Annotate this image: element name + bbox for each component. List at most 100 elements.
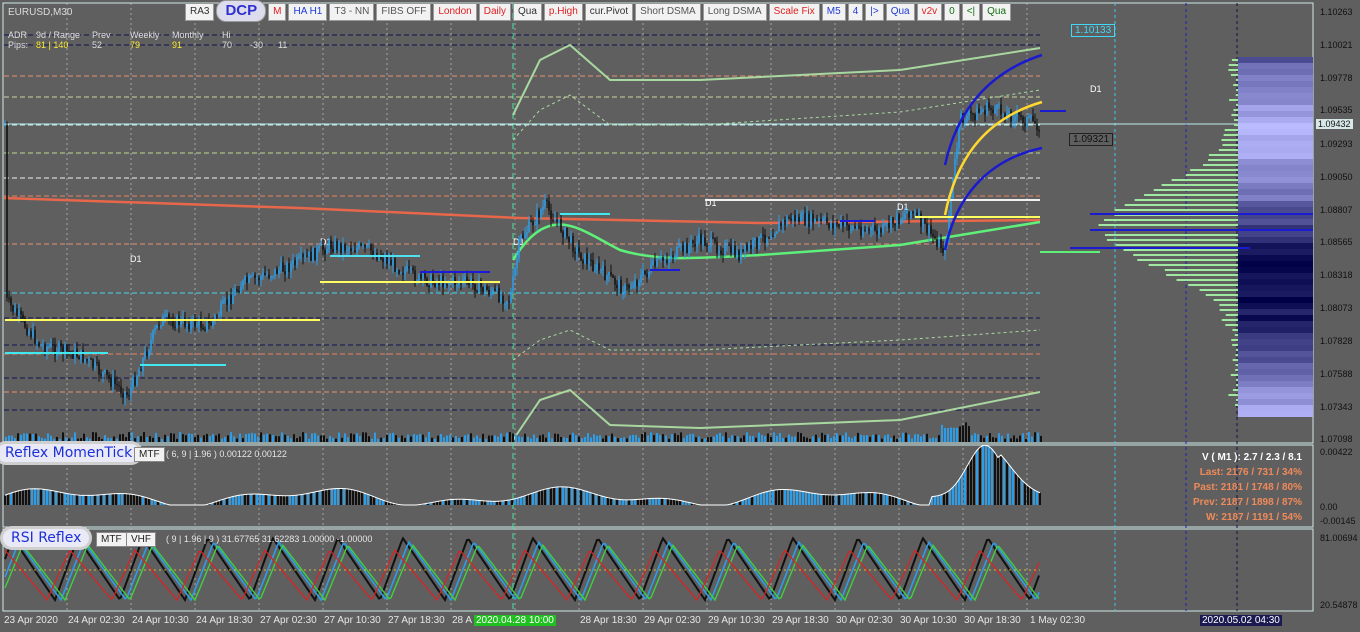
toolbar-button-long-dsma-12[interactable]: Long DSMA bbox=[702, 3, 767, 21]
candle-body-49 bbox=[102, 372, 104, 376]
toolbar-button-qua-17[interactable]: Qua bbox=[885, 3, 915, 21]
price-tick-8: 1.08565 bbox=[1320, 237, 1353, 247]
volume-bar-881 bbox=[881, 438, 883, 442]
momentum-axis-zero: 0.00 bbox=[1320, 502, 1338, 512]
candle-body-410 bbox=[824, 217, 826, 219]
volume-bar-800 bbox=[800, 433, 802, 442]
volume-bar-653 bbox=[653, 435, 655, 442]
candle-body-350 bbox=[704, 237, 706, 246]
candle-body-449 bbox=[902, 217, 904, 219]
candle-body-19 bbox=[42, 344, 44, 346]
candle-body-425 bbox=[854, 226, 856, 228]
candle-body-80 bbox=[164, 315, 166, 317]
rsi-axis-bottom: 20.54878 bbox=[1320, 600, 1358, 610]
toolbar-button-m-2[interactable]: M bbox=[268, 3, 287, 21]
toolbar-button-m5-14[interactable]: M5 bbox=[821, 3, 846, 21]
candle-body-143 bbox=[290, 264, 292, 272]
candle-body-154 bbox=[312, 247, 314, 261]
candle-body-112 bbox=[228, 295, 230, 305]
toolbar-button-dcp-1[interactable]: DCP bbox=[216, 0, 267, 22]
volume-bar-926 bbox=[926, 433, 928, 442]
toolbar-button-qua-8[interactable]: Qua bbox=[512, 3, 542, 21]
volume-bar-392 bbox=[392, 432, 394, 442]
candle-body-175 bbox=[354, 250, 356, 253]
volume-profile-band-49 bbox=[1238, 351, 1313, 357]
toolbar-button-0-19[interactable]: 0 bbox=[944, 3, 960, 21]
toolbar-button-4-15[interactable]: 4 bbox=[847, 3, 864, 21]
volume-bar-767 bbox=[767, 433, 769, 442]
price-tick-10: 1.08073 bbox=[1320, 303, 1353, 313]
volume-bar-218 bbox=[218, 433, 220, 442]
volume-bar-905 bbox=[905, 432, 907, 442]
candle-body-487 bbox=[978, 108, 980, 113]
candle-body-130 bbox=[264, 272, 266, 275]
rsi-indicator-title[interactable]: RSI Reflex bbox=[0, 526, 93, 550]
toolbar-button-v2v-18[interactable]: v2v bbox=[916, 3, 943, 21]
candle-body-404 bbox=[812, 213, 814, 224]
candle-body-145 bbox=[294, 260, 296, 266]
toolbar-button-daily-7[interactable]: Daily bbox=[478, 3, 511, 21]
toolbar-button-cur-pivot-10[interactable]: cur.Pivot bbox=[584, 3, 634, 21]
candle-body-150 bbox=[304, 255, 306, 257]
toolbar-button-t3-nn-4[interactable]: T3 - NN bbox=[329, 3, 375, 21]
candle-body-58 bbox=[120, 386, 122, 394]
toolbar-button-london-6[interactable]: London bbox=[433, 3, 477, 21]
candle-body-407 bbox=[818, 218, 820, 221]
stats-v: V ( M1 ): 2.7 / 2.3 / 8.1 bbox=[1201, 452, 1302, 463]
volume-bar-851 bbox=[851, 438, 853, 442]
volume-profile-band-5 bbox=[1238, 87, 1313, 93]
momentum-mtf-button[interactable]: MTF bbox=[134, 447, 165, 462]
volume-profile-band-52 bbox=[1238, 369, 1313, 375]
volume-bar-164 bbox=[164, 434, 166, 442]
time-tick-11: 29 Apr 10:30 bbox=[708, 615, 765, 626]
candle-body-157 bbox=[318, 245, 320, 249]
volume-profile-band-6 bbox=[1238, 93, 1313, 99]
volume-bar-806 bbox=[806, 437, 808, 442]
candle-body-394 bbox=[792, 215, 794, 221]
toolbar-button-ha-h1-3[interactable]: HA H1 bbox=[288, 3, 328, 21]
rsi-vhf-button[interactable]: VHF bbox=[126, 532, 156, 547]
candle-body-413 bbox=[830, 222, 832, 228]
volume-bar-434 bbox=[434, 438, 436, 442]
time-tick-6: 27 Apr 18:30 bbox=[388, 615, 445, 626]
volume-bar-203 bbox=[203, 435, 205, 442]
volume-bar-821 bbox=[821, 432, 823, 442]
candle-body-370 bbox=[744, 244, 746, 252]
volume-bar-887 bbox=[887, 434, 889, 442]
toolbar-button-p-high-9[interactable]: p.High bbox=[543, 3, 583, 21]
candle-body-315 bbox=[634, 280, 636, 288]
candle-body-360 bbox=[724, 245, 726, 255]
toolbar-button-fibs-off-5[interactable]: FIBS OFF bbox=[376, 3, 432, 21]
candle-body-226 bbox=[456, 284, 458, 286]
candle-body-203 bbox=[410, 267, 412, 269]
volume-bar-287 bbox=[287, 435, 289, 442]
candle-body-349 bbox=[702, 237, 704, 245]
candle-body-509 bbox=[1022, 116, 1024, 124]
toolbar-button-ra3-0[interactable]: RA3 bbox=[185, 3, 215, 21]
rsi-mtf-button[interactable]: MTF bbox=[96, 532, 127, 547]
volume-bar-350 bbox=[350, 433, 352, 442]
toolbar-button-scale-fix-13[interactable]: Scale Fix bbox=[768, 3, 820, 21]
volume-bar-389 bbox=[389, 433, 391, 442]
volume-bar-254 bbox=[254, 433, 256, 442]
toolbar-button-qua-21[interactable]: Qua bbox=[982, 3, 1012, 21]
volume-bar-578 bbox=[578, 436, 580, 442]
toolbar-button--16[interactable]: |> bbox=[865, 3, 884, 21]
candle-body-262 bbox=[528, 220, 530, 232]
toolbar-button--20[interactable]: <| bbox=[961, 3, 981, 21]
volume-bar-452 bbox=[452, 437, 454, 442]
candle-body-265 bbox=[534, 224, 536, 226]
volume-bar-158 bbox=[158, 436, 160, 442]
adr-range-label: 9d / Range bbox=[36, 30, 81, 40]
candle-body-255 bbox=[514, 267, 516, 277]
momentum-indicator-title[interactable]: Reflex MomenTick bbox=[0, 441, 144, 465]
candle-body-415 bbox=[834, 222, 836, 229]
volume-profile-band-18 bbox=[1238, 165, 1313, 171]
volume-bar-521 bbox=[521, 437, 523, 442]
candle-body-389 bbox=[782, 219, 784, 226]
toolbar-button-short-dsma-11[interactable]: Short DSMA bbox=[635, 3, 701, 21]
volume-bar-587 bbox=[587, 433, 589, 442]
time-tick-9: 28 Apr 18:30 bbox=[580, 615, 637, 626]
volume-bar-641 bbox=[641, 433, 643, 442]
candle-body-328 bbox=[660, 257, 662, 259]
